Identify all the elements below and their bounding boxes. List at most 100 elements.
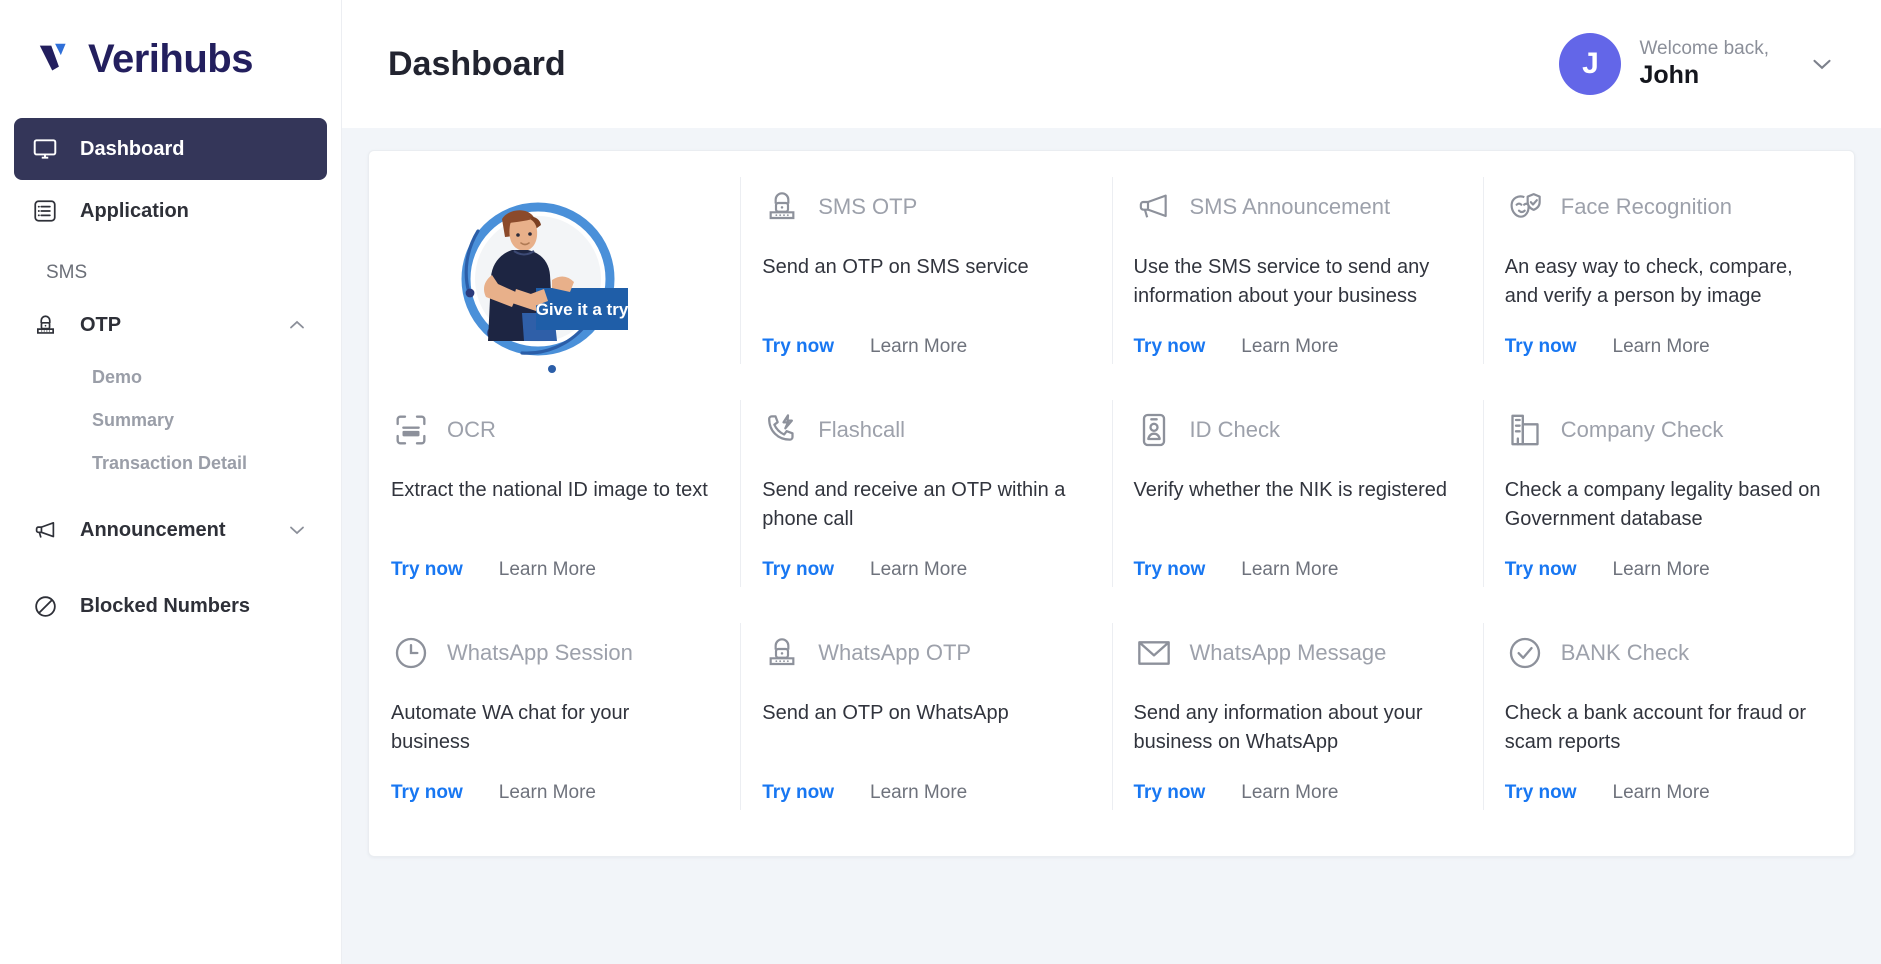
card-actions: Try now Learn More [1505,336,1710,358]
chevron-up-icon[interactable] [285,313,309,337]
sidebar-subitem-demo[interactable]: Demo [92,356,327,399]
welcome-text: Welcome back, [1639,37,1769,59]
block-icon [32,593,66,620]
sidebar-item-label: Announcement [80,518,226,541]
monitor-icon [32,136,66,162]
service-card-whatsapp-session[interactable]: WhatsApp Session Automate WA chat for yo… [369,605,740,828]
card-title: ID Check [1189,417,1280,442]
learn-more-link[interactable]: Learn More [870,336,967,358]
try-now-link[interactable]: Try now [1134,336,1206,358]
user-menu[interactable]: J Welcome back, John [1559,33,1837,95]
card-description: Check a company legality based on Govern… [1504,479,1821,531]
sidebar-item-label: OTP [80,313,122,336]
clock-icon [391,631,435,675]
megaphone-icon [1134,185,1178,229]
learn-more-link[interactable]: Learn More [870,782,967,804]
service-card-sms-otp[interactable]: SMS OTP Send an OTP on SMS service Try n… [740,159,1111,382]
sidebar-item-blocked-numbers[interactable]: Blocked Numbers [14,575,327,637]
service-card-whatsapp-message[interactable]: WhatsApp Message Send any information ab… [1111,605,1483,828]
phone-bolt-icon [762,408,806,452]
main-area: Dashboard J Welcome back, John Give it a… [342,0,1881,964]
list-icon [32,198,66,224]
card-header: WhatsApp Message [1134,627,1453,679]
card-actions: Try now Learn More [762,336,967,358]
sidebar-item-dashboard[interactable]: Dashboard [14,118,327,180]
chevron-down-icon[interactable] [285,518,309,542]
learn-more-link[interactable]: Learn More [1241,559,1338,581]
envelope-icon [1134,631,1178,675]
learn-more-link[interactable]: Learn More [499,559,596,581]
sidebar-item-label: Dashboard [80,137,185,160]
card-description: Send and receive an OTP within a phone c… [762,479,1066,531]
card-description: Verify whether the NIK is registered [1133,479,1447,501]
face-shield-icon [1505,185,1549,229]
try-now-link[interactable]: Try now [1134,559,1206,581]
service-card-face-recognition[interactable]: Face Recognition An easy way to check, c… [1482,159,1854,382]
learn-more-link[interactable]: Learn More [1241,782,1338,804]
service-card-bank-check[interactable]: BANK Check Check a bank account for frau… [1482,605,1854,828]
user-meta: Welcome back, John [1639,37,1769,92]
learn-more-link[interactable]: Learn More [1613,559,1710,581]
card-title: SMS OTP [818,194,918,219]
card-description: Use the SMS service to send any informat… [1133,256,1430,308]
try-now-link[interactable]: Try now [762,336,834,358]
page-title: Dashboard [388,44,566,83]
card-title: Company Check [1560,417,1724,442]
sidebar-nav: Dashboard Application SMS OTP Demo Summa… [0,118,341,637]
card-header: ID Check [1134,404,1453,456]
sidebar: Verihubs Dashboard Application SMS OTP D… [0,0,342,964]
card-actions: Try now Learn More [1505,782,1710,804]
sidebar-otp-children: Demo Summary Transaction Detail [14,356,327,485]
try-now-link[interactable]: Try now [762,559,834,581]
check-circle-icon [1505,631,1549,675]
try-now-link[interactable]: Try now [1505,782,1577,804]
sidebar-item-announcement[interactable]: Announcement [14,499,327,561]
building-icon [1505,408,1549,452]
learn-more-link[interactable]: Learn More [499,782,596,804]
service-card-sms-announcement[interactable]: SMS Announcement Use the SMS service to … [1111,159,1483,382]
service-card-flashcall[interactable]: Flashcall Send and receive an OTP within… [740,382,1111,605]
learn-more-link[interactable]: Learn More [1241,336,1338,358]
service-card-ocr[interactable]: OCR Extract the national ID image to tex… [369,382,740,605]
card-header: SMS OTP [762,181,1081,233]
sidebar-item-label: Application [80,199,189,222]
id-card-icon [1134,408,1178,452]
content-area: Give it a try SMS OTP Send an OTP on SMS… [342,128,1881,964]
learn-more-link[interactable]: Learn More [870,559,967,581]
app-root: Verihubs Dashboard Application SMS OTP D… [0,0,1881,964]
try-now-link[interactable]: Try now [1505,559,1577,581]
card-description: Check a bank account for fraud or scam r… [1504,702,1807,754]
card-title: SMS Announcement [1189,194,1391,219]
sidebar-item-otp[interactable]: OTP [14,294,327,356]
services-panel: Give it a try SMS OTP Send an OTP on SMS… [368,150,1855,857]
try-now-link[interactable]: Try now [391,559,463,581]
card-description: Send an OTP on WhatsApp [762,702,1009,724]
try-now-link[interactable]: Try now [391,782,463,804]
brand-name: Verihubs [88,36,253,81]
avatar[interactable]: J [1559,33,1622,95]
card-actions: Try now Learn More [391,559,596,581]
card-title: WhatsApp OTP [818,640,972,665]
brand-logo[interactable]: Verihubs [0,0,341,118]
card-description: Extract the national ID image to text [391,479,708,501]
service-card-company-check[interactable]: Company Check Check a company legality b… [1482,382,1854,605]
card-header: Flashcall [762,404,1081,456]
card-title: WhatsApp Session [447,640,633,665]
learn-more-link[interactable]: Learn More [1613,782,1710,804]
card-actions: Try now Learn More [1134,782,1339,804]
learn-more-link[interactable]: Learn More [1613,336,1710,358]
service-card-id-check[interactable]: ID Check Verify whether the NIK is regis… [1111,382,1483,605]
card-title: BANK Check [1560,640,1690,665]
user-name: John [1639,61,1700,90]
try-now-link[interactable]: Try now [1505,336,1577,358]
top-header: Dashboard J Welcome back, John [342,0,1881,128]
sidebar-item-application[interactable]: Application [14,180,327,242]
chevron-down-icon[interactable] [1807,49,1837,79]
sidebar-subitem-transaction-detail[interactable]: Transaction Detail [92,442,327,485]
try-now-link[interactable]: Try now [1134,782,1206,804]
sidebar-subitem-summary[interactable]: Summary [92,399,327,442]
try-now-link[interactable]: Try now [762,782,834,804]
service-card-whatsapp-otp[interactable]: WhatsApp OTP Send an OTP on WhatsApp Try… [740,605,1111,828]
card-header: Face Recognition [1505,181,1824,233]
card-actions: Try now Learn More [1134,336,1339,358]
